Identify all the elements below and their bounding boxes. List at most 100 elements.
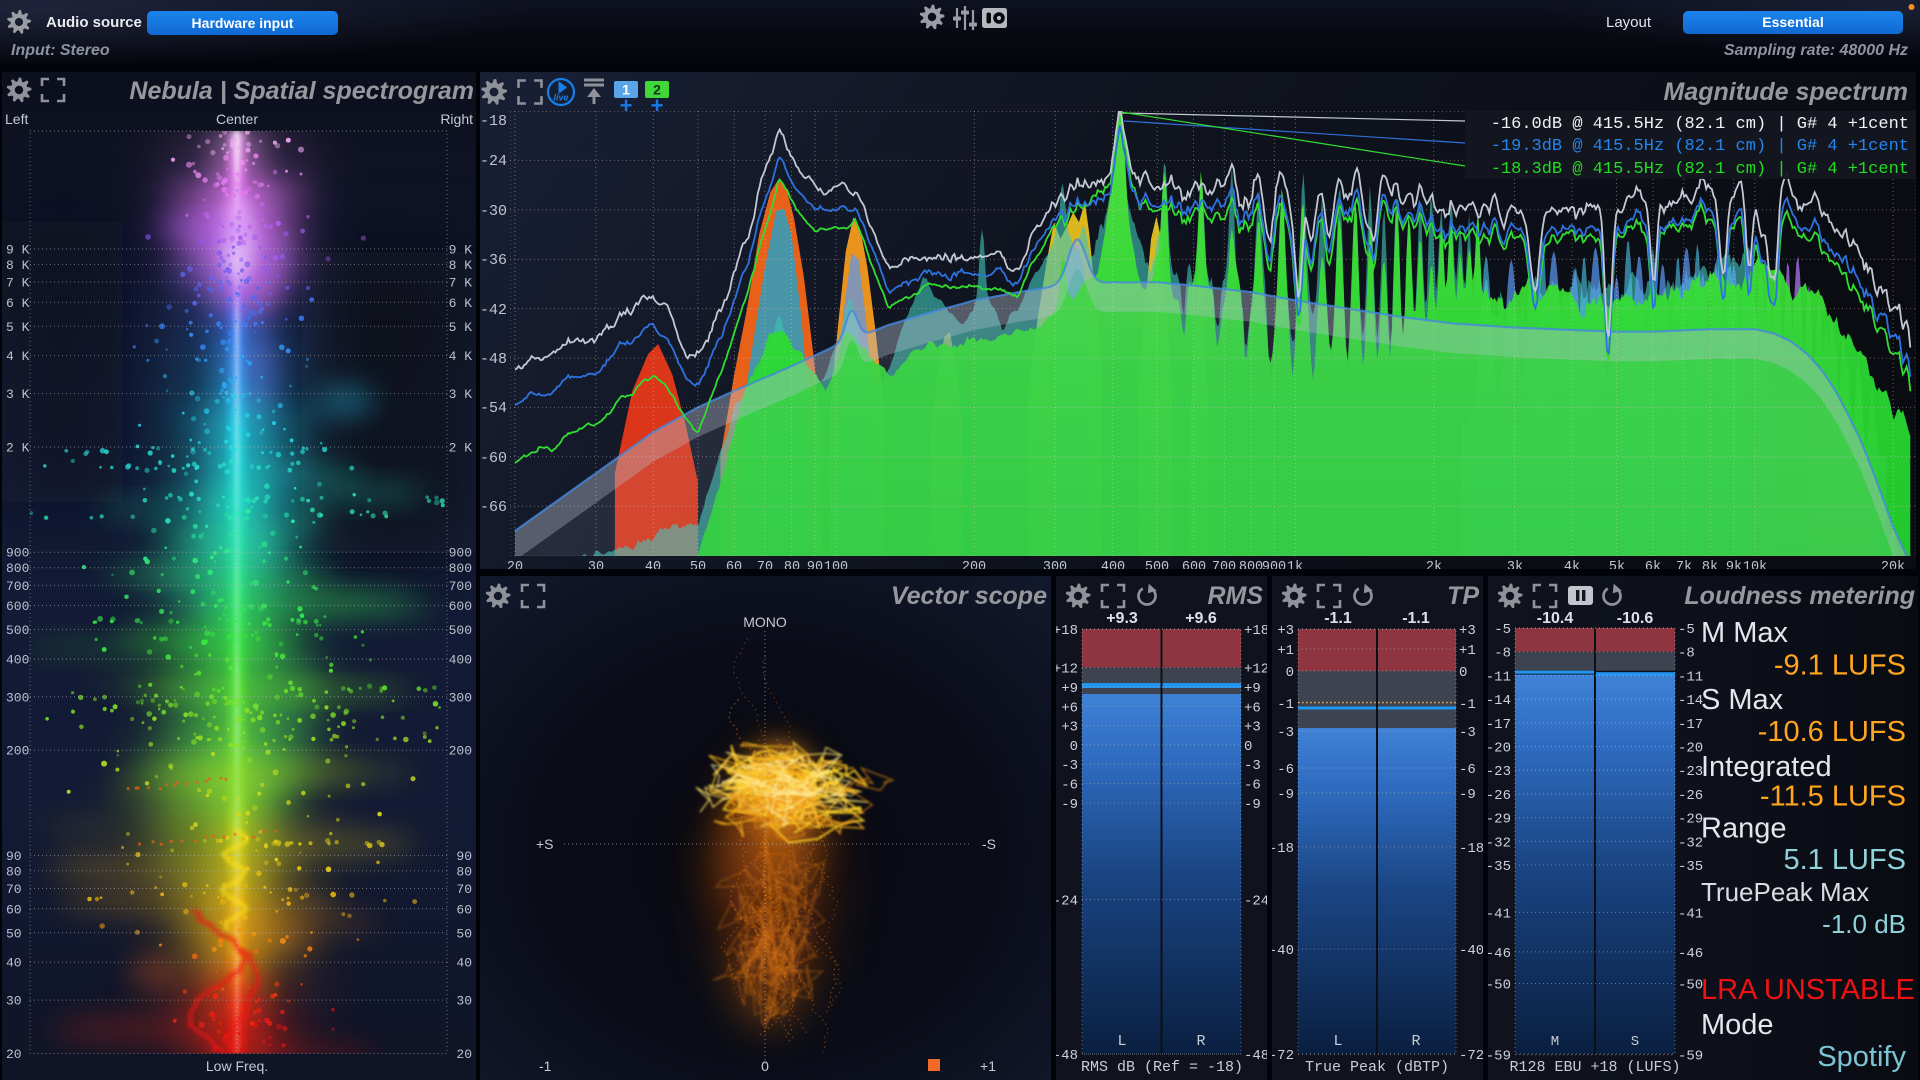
svg-text:-40: -40 xyxy=(1272,943,1294,959)
svg-text:20: 20 xyxy=(6,1047,22,1062)
svg-text:600: 600 xyxy=(449,599,472,614)
svg-text:-9: -9 xyxy=(1459,787,1476,803)
svg-text:Magnitude spectrum: Magnitude spectrum xyxy=(1664,78,1908,106)
svg-text:Integrated: Integrated xyxy=(1701,751,1832,783)
svg-text:-1.1: -1.1 xyxy=(1402,610,1430,627)
svg-text:+3: +3 xyxy=(1459,623,1476,639)
svg-text:5 K: 5 K xyxy=(6,320,30,335)
svg-text:600: 600 xyxy=(1182,560,1206,569)
svg-text:-24: -24 xyxy=(1056,894,1078,910)
svg-text:-10.4: -10.4 xyxy=(1537,610,1574,627)
svg-text:+: + xyxy=(620,93,633,118)
svg-text:30: 30 xyxy=(6,994,22,1009)
svg-text:50: 50 xyxy=(456,926,472,941)
svg-text:-8: -8 xyxy=(1494,646,1511,662)
svg-text:800: 800 xyxy=(1239,560,1263,569)
svg-text:8 K: 8 K xyxy=(6,258,30,273)
svg-text:800: 800 xyxy=(6,561,29,576)
svg-text:-18: -18 xyxy=(480,113,507,130)
svg-text:TruePeak Max: TruePeak Max xyxy=(1701,877,1869,907)
svg-text:7 K: 7 K xyxy=(449,276,473,291)
svg-text:4 K: 4 K xyxy=(6,349,30,364)
svg-text:700: 700 xyxy=(1212,560,1236,569)
svg-text:R128 EBU +18 (LUFS): R128 EBU +18 (LUFS) xyxy=(1509,1059,1680,1076)
svg-text:0: 0 xyxy=(1070,739,1078,755)
svg-text:50: 50 xyxy=(690,560,706,569)
svg-text:-1: -1 xyxy=(1459,697,1476,713)
svg-text:-17: -17 xyxy=(1488,717,1511,733)
svg-text:-29: -29 xyxy=(1678,812,1703,828)
svg-text:10k: 10k xyxy=(1743,560,1767,569)
svg-text:300: 300 xyxy=(449,690,472,705)
svg-text:Nebula | Spatial spectrogram: Nebula | Spatial spectrogram xyxy=(129,77,474,105)
svg-text:-6: -6 xyxy=(1061,778,1078,794)
svg-text:500: 500 xyxy=(449,623,472,638)
svg-text:3k: 3k xyxy=(1507,560,1523,569)
svg-text:-24: -24 xyxy=(480,153,507,170)
svg-text:L: L xyxy=(1333,1033,1342,1050)
svg-text:4 K: 4 K xyxy=(449,349,473,364)
svg-text:TP: TP xyxy=(1447,582,1479,610)
svg-text:True Peak (dBTP): True Peak (dBTP) xyxy=(1305,1059,1449,1076)
svg-text:90: 90 xyxy=(456,849,472,864)
svg-text:-66: -66 xyxy=(480,499,507,516)
svg-text:200: 200 xyxy=(449,744,472,759)
svg-text:20: 20 xyxy=(507,560,523,569)
svg-text:90: 90 xyxy=(6,849,22,864)
svg-text:-10.6: -10.6 xyxy=(1617,610,1654,627)
svg-text:+9.6: +9.6 xyxy=(1185,610,1217,627)
svg-text:-14: -14 xyxy=(1488,693,1511,709)
svg-text:-50: -50 xyxy=(1678,978,1703,994)
svg-text:400: 400 xyxy=(6,653,29,668)
svg-text:30: 30 xyxy=(456,994,472,1009)
svg-text:-20: -20 xyxy=(1488,741,1511,757)
svg-text:-35: -35 xyxy=(1678,859,1703,875)
svg-text:+6: +6 xyxy=(1061,700,1078,716)
svg-text:+1: +1 xyxy=(1459,643,1476,659)
svg-text:-40: -40 xyxy=(1459,943,1483,959)
svg-text:-9: -9 xyxy=(1244,797,1261,813)
svg-text:-19.3dB @ 415.5Hz (82.1 cm) |: -19.3dB @ 415.5Hz (82.1 cm) | G# 4 +1cen… xyxy=(1491,137,1909,156)
svg-text:-1.0 dB: -1.0 dB xyxy=(1822,909,1906,939)
svg-text:-3: -3 xyxy=(1061,758,1078,774)
svg-text:-18.3dB @ 415.5Hz (82.1 cm) |: -18.3dB @ 415.5Hz (82.1 cm) | G# 4 +1cen… xyxy=(1491,160,1909,179)
svg-text:20k: 20k xyxy=(1881,560,1905,569)
svg-text:9 K: 9 K xyxy=(449,242,473,257)
svg-text:900: 900 xyxy=(449,546,472,561)
svg-text:Mode: Mode xyxy=(1701,1009,1774,1041)
svg-text:90: 90 xyxy=(807,560,823,569)
svg-text:-24: -24 xyxy=(1244,894,1267,910)
svg-text:-9: -9 xyxy=(1277,787,1294,803)
svg-text:-23: -23 xyxy=(1488,764,1511,780)
svg-text:Vector scope: Vector scope xyxy=(891,582,1047,610)
svg-text:-9: -9 xyxy=(1061,797,1078,813)
svg-text:Loudness metering: Loudness metering xyxy=(1684,582,1915,610)
svg-text:-36: -36 xyxy=(480,252,507,269)
svg-text:-20: -20 xyxy=(1678,741,1703,757)
svg-text:300: 300 xyxy=(1043,560,1067,569)
svg-text:-46: -46 xyxy=(1488,946,1511,962)
svg-text:LRA UNSTABLE: LRA UNSTABLE xyxy=(1701,974,1915,1006)
svg-text:70: 70 xyxy=(456,882,472,897)
svg-text:2k: 2k xyxy=(1426,560,1442,569)
svg-text:-46: -46 xyxy=(1678,946,1703,962)
svg-text:700: 700 xyxy=(6,579,29,594)
svg-text:40: 40 xyxy=(6,956,22,971)
svg-text:-11: -11 xyxy=(1678,669,1703,685)
svg-text:6k: 6k xyxy=(1645,560,1661,569)
svg-text:8k: 8k xyxy=(1702,560,1718,569)
svg-text:-14: -14 xyxy=(1678,693,1703,709)
svg-text:R: R xyxy=(1411,1033,1420,1050)
svg-text:-8: -8 xyxy=(1678,646,1695,662)
svg-text:Spotify: Spotify xyxy=(1817,1041,1906,1073)
svg-text:-48: -48 xyxy=(1244,1048,1267,1064)
svg-text:Center: Center xyxy=(216,111,258,127)
svg-text:M: M xyxy=(1551,1034,1559,1050)
svg-text:+18: +18 xyxy=(1244,623,1267,639)
svg-text:3 K: 3 K xyxy=(6,387,30,402)
svg-text:60: 60 xyxy=(726,560,742,569)
svg-text:-26: -26 xyxy=(1488,788,1511,804)
svg-text:100: 100 xyxy=(824,560,848,569)
svg-text:RMS dB (Ref = -18): RMS dB (Ref = -18) xyxy=(1081,1059,1243,1076)
svg-text:-60: -60 xyxy=(480,450,507,467)
